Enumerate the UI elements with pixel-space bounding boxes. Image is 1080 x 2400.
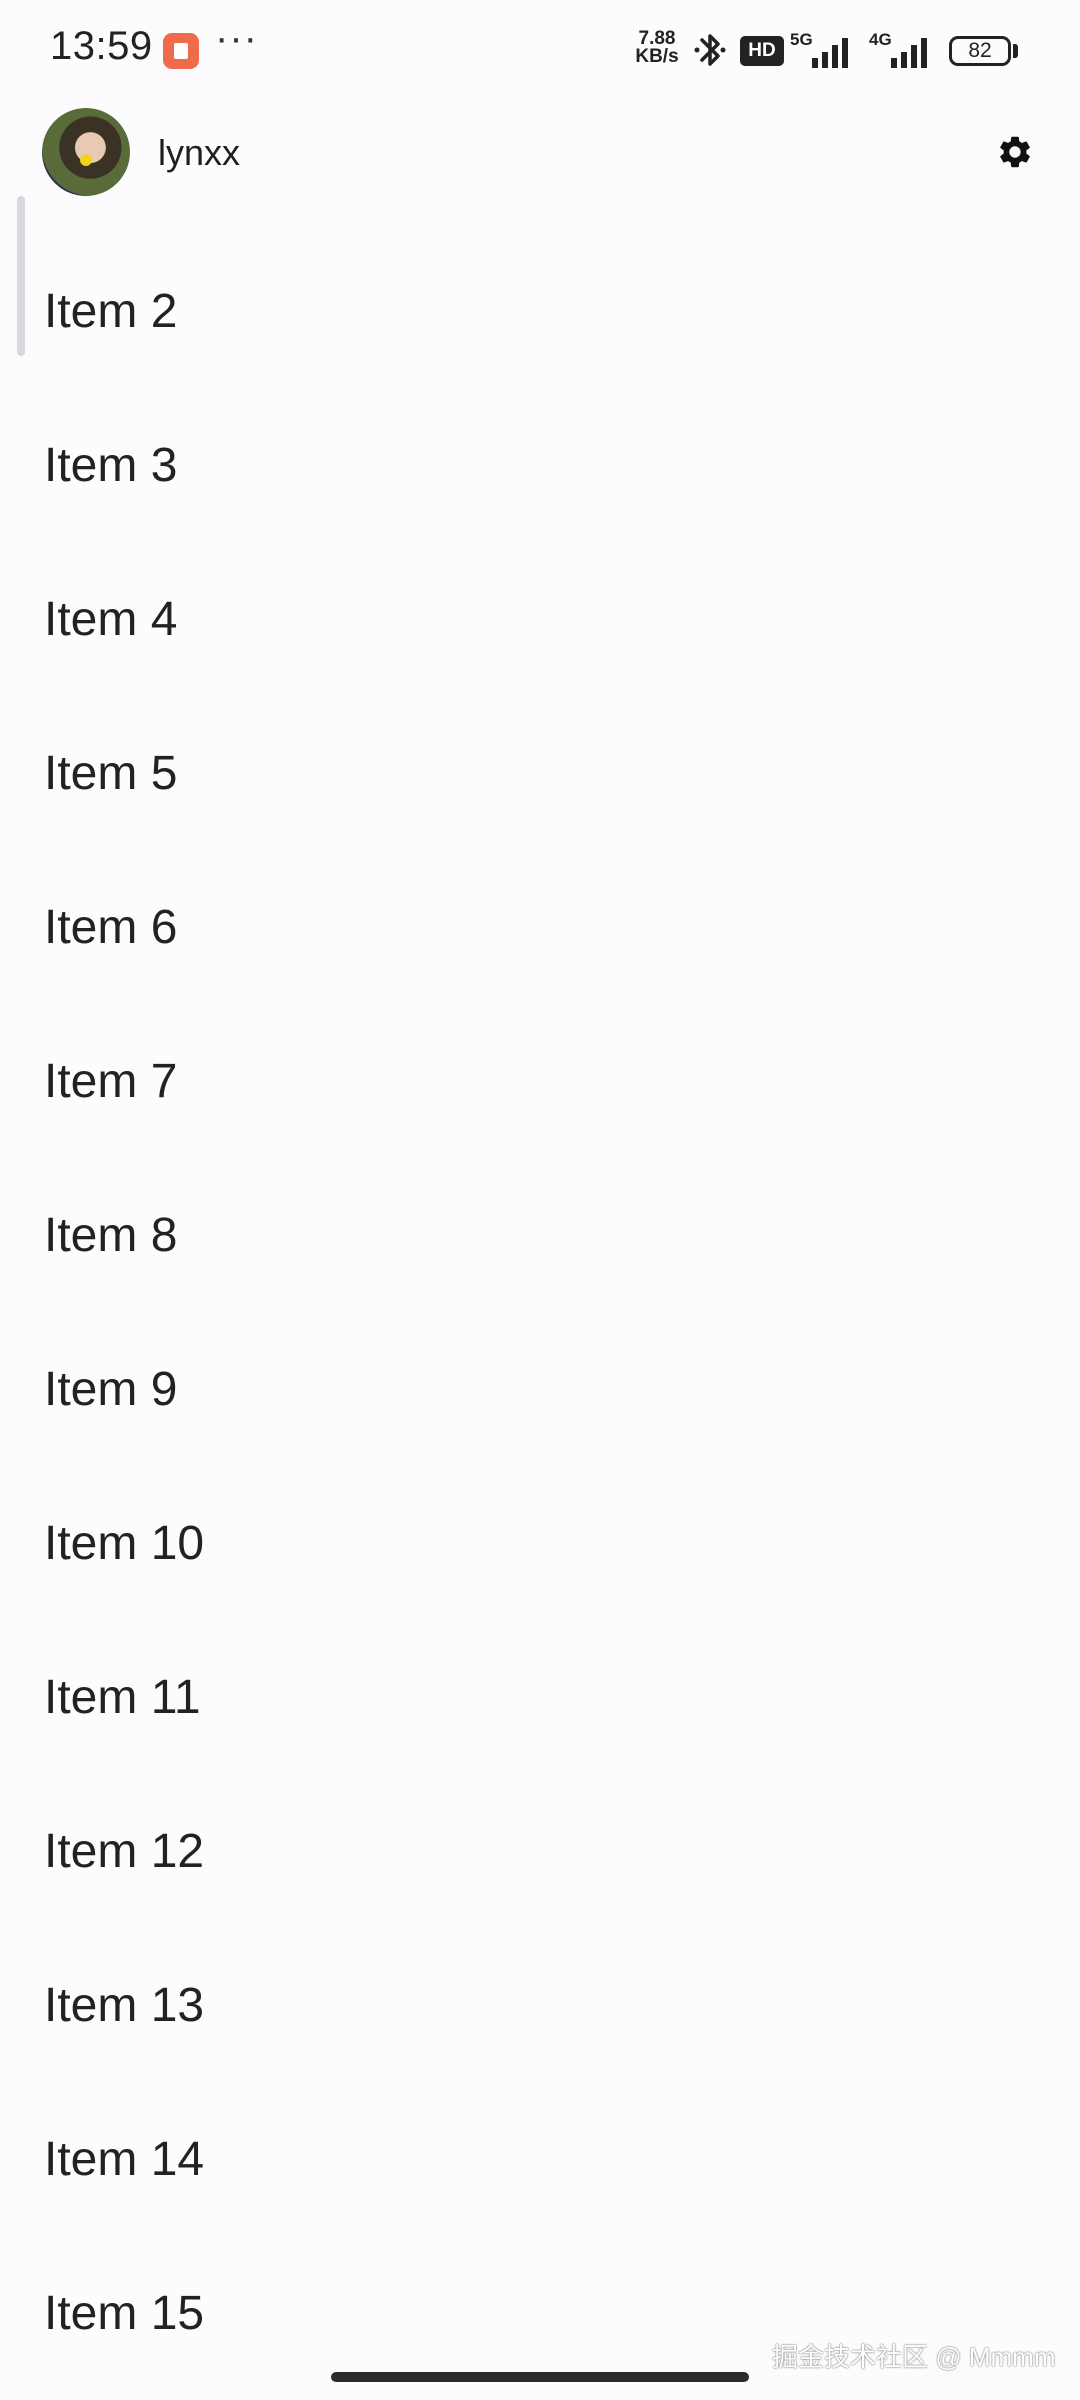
list-item[interactable]: Item 4 — [44, 592, 177, 648]
list-item[interactable]: Item 8 — [44, 1208, 177, 1264]
list-item[interactable]: Item 15 — [44, 2286, 204, 2342]
list-item[interactable]: Item 6 — [44, 900, 177, 956]
watermark: 掘金技术社区 @ Mmmm — [772, 2342, 1056, 2372]
list-item[interactable]: Item 14 — [44, 2132, 204, 2188]
list-item[interactable]: Item 12 — [44, 1824, 204, 1880]
list-item[interactable]: Item 3 — [44, 438, 177, 494]
screen: 13:59 ··· 7.88 KB/s HD 5G 4G 82 lynxx It… — [0, 0, 1080, 2400]
list-item[interactable]: Item 5 — [44, 746, 177, 802]
list-item[interactable]: Item 7 — [44, 1054, 177, 1110]
list-item[interactable]: Item 9 — [44, 1362, 177, 1418]
list-item[interactable]: Item 11 — [44, 1670, 201, 1726]
list-item[interactable]: Item 10 — [44, 1516, 204, 1572]
list-item[interactable]: Item 2 — [44, 284, 177, 340]
list-item[interactable]: Item 13 — [44, 1978, 204, 2034]
item-list: Item 2 Item 3 Item 4 Item 5 Item 6 Item … — [0, 0, 1080, 2400]
home-indicator[interactable] — [331, 2372, 749, 2382]
